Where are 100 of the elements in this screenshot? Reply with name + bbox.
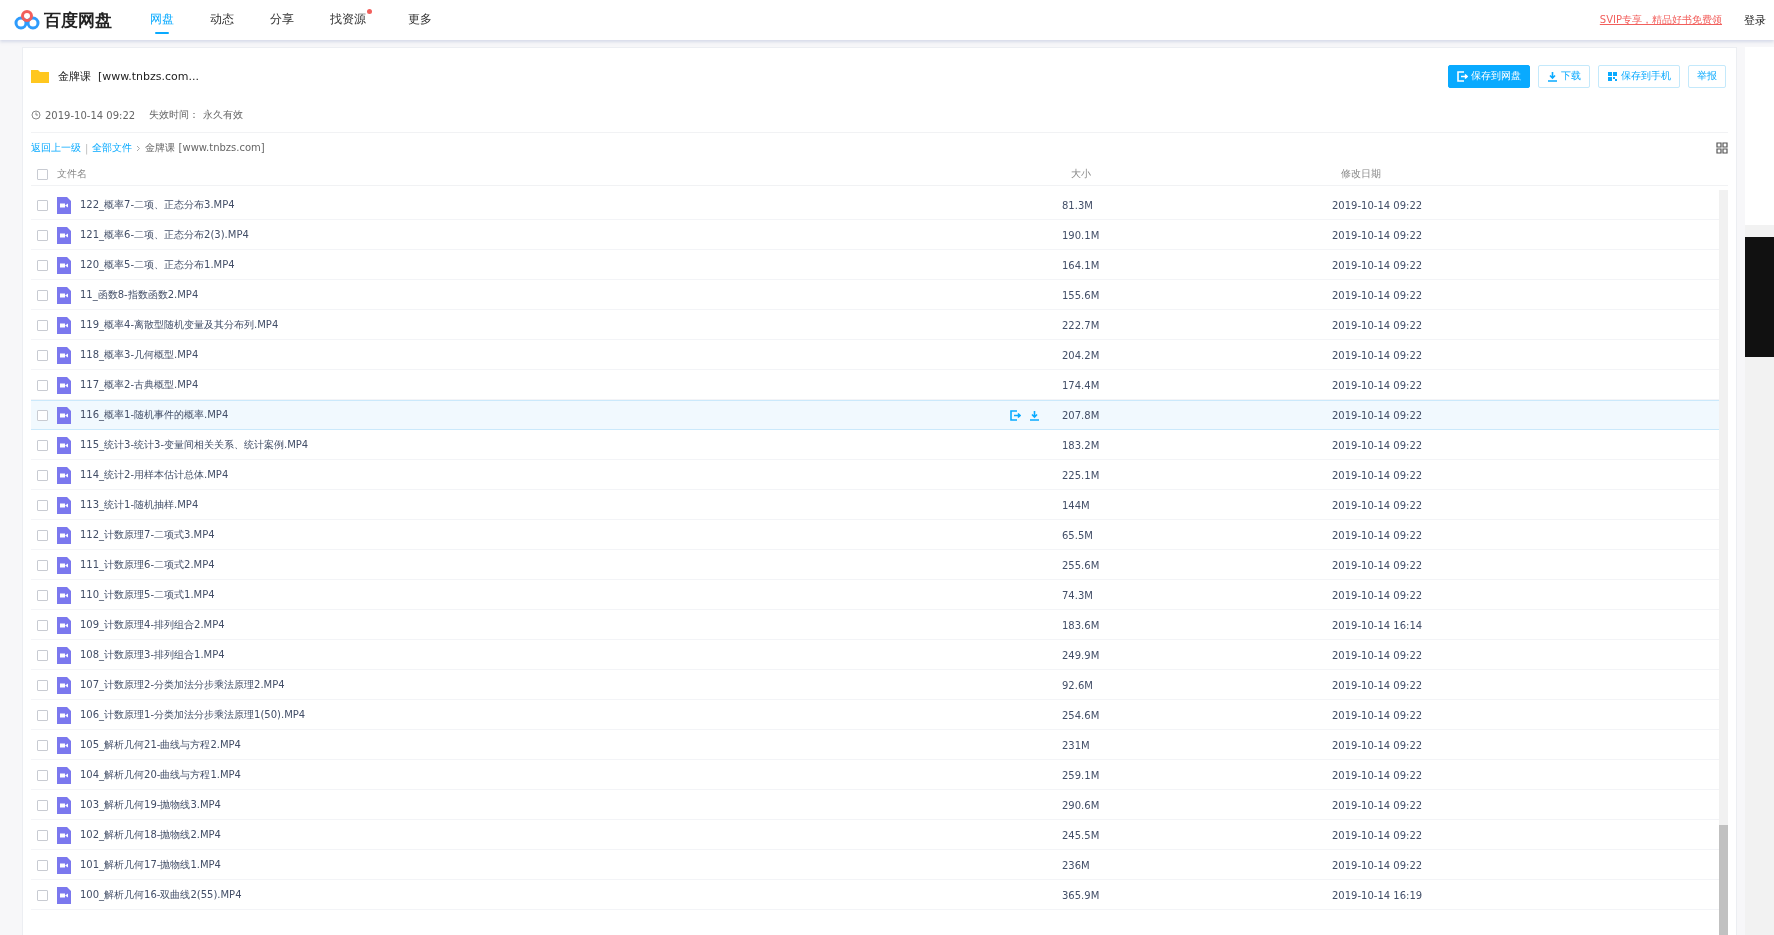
row-checkbox[interactable] bbox=[37, 589, 48, 601]
video-file-icon bbox=[57, 526, 71, 544]
file-name[interactable]: 120_概率5-二项、正态分布1.MP4 bbox=[80, 258, 1054, 272]
column-header[interactable]: 大小 bbox=[1063, 167, 1333, 181]
file-name[interactable]: 113_统计1-随机抽样.MP4 bbox=[80, 498, 1054, 512]
file-name[interactable]: 111_计数原理6-二项式2.MP4 bbox=[80, 558, 1054, 572]
expiry-label: 失效时间： bbox=[149, 108, 200, 122]
modified-date: 2019-10-14 09:22 bbox=[1331, 799, 1424, 811]
row-checkbox[interactable] bbox=[37, 319, 48, 331]
share-time: 2019-10-14 09:22 bbox=[45, 109, 136, 121]
row-checkbox[interactable] bbox=[37, 379, 48, 391]
video-file-icon bbox=[57, 826, 71, 844]
nav-tab[interactable]: 分享 bbox=[270, 0, 294, 40]
nav-tab[interactable]: 找资源 bbox=[330, 0, 372, 40]
row-checkbox[interactable] bbox=[37, 889, 48, 901]
file-name[interactable]: 107_计数原理2-分类加法分步乘法原理2.MP4 bbox=[80, 678, 1054, 692]
file-row[interactable]: 116_概率1-随机事件的概率.MP4 207.8M 2019-10-14 09:22 bbox=[31, 400, 1719, 430]
save-to-drive-button[interactable] bbox=[1010, 409, 1021, 421]
folder-title: 金牌课 [www.tnbzs.com... bbox=[58, 68, 200, 84]
modified-date: 2019-10-14 09:22 bbox=[1331, 439, 1424, 451]
save-icon bbox=[1457, 70, 1468, 82]
file-name[interactable]: 115_统计3-统计3-变量间相关关系、统计案例.MP4 bbox=[80, 438, 1054, 452]
file-name[interactable]: 121_概率6-二项、正态分布2(3).MP4 bbox=[80, 228, 1054, 242]
file-size: 204.2M bbox=[1061, 349, 1101, 361]
grid-view-icon[interactable] bbox=[1716, 142, 1728, 154]
nav-tab[interactable]: 动态 bbox=[210, 0, 234, 40]
nav-tab[interactable]: 更多 bbox=[408, 0, 432, 40]
video-file-icon bbox=[57, 346, 71, 364]
video-file-icon bbox=[57, 496, 71, 514]
row-checkbox[interactable] bbox=[37, 619, 48, 631]
video-file-icon bbox=[57, 586, 71, 604]
save-icon bbox=[1010, 409, 1021, 421]
row-checkbox[interactable] bbox=[37, 439, 48, 451]
row-checkbox[interactable] bbox=[37, 229, 48, 241]
row-checkbox[interactable] bbox=[37, 499, 48, 511]
file-name[interactable]: 102_解析几何18-抛物线2.MP4 bbox=[80, 828, 1054, 842]
file-name[interactable]: 104_解析几何20-曲线与方程1.MP4 bbox=[80, 768, 1054, 782]
file-name[interactable]: 117_概率2-古典概型.MP4 bbox=[80, 378, 1054, 392]
file-name[interactable]: 114_统计2-用样本估计总体.MP4 bbox=[80, 468, 1054, 482]
file-name[interactable]: 116_概率1-随机事件的概率.MP4 bbox=[80, 408, 1001, 422]
row-checkbox[interactable] bbox=[37, 679, 48, 691]
select-all-checkbox[interactable] bbox=[37, 168, 48, 180]
row-checkbox[interactable] bbox=[37, 559, 48, 571]
download-icon bbox=[1547, 70, 1558, 82]
file-name[interactable]: 119_概率4-离散型随机变量及其分布列.MP4 bbox=[80, 318, 1054, 332]
modified-date: 2019-10-14 09:22 bbox=[1331, 349, 1424, 361]
file-size: 207.8M bbox=[1061, 409, 1101, 421]
file-size: 155.6M bbox=[1061, 289, 1101, 301]
video-file-icon bbox=[57, 856, 71, 874]
row-checkbox[interactable] bbox=[37, 859, 48, 871]
file-size: 190.1M bbox=[1061, 229, 1101, 241]
video-file-icon bbox=[57, 556, 71, 574]
video-file-icon bbox=[57, 646, 71, 664]
video-file-icon bbox=[57, 286, 71, 304]
qr-code-icon bbox=[1607, 70, 1618, 82]
video-file-icon bbox=[57, 406, 71, 424]
file-name[interactable]: 100_解析几何16-双曲线2(55).MP4 bbox=[80, 888, 1054, 902]
row-checkbox[interactable] bbox=[37, 829, 48, 841]
download-button[interactable] bbox=[1029, 409, 1040, 421]
row-checkbox[interactable] bbox=[37, 409, 48, 421]
file-name[interactable]: 103_解析几何19-抛物线3.MP4 bbox=[80, 798, 1054, 812]
cloud-logo-icon bbox=[14, 10, 40, 30]
file-name[interactable]: 122_概率7-二项、正态分布3.MP4 bbox=[80, 198, 1054, 212]
modified-date: 2019-10-14 09:22 bbox=[1331, 499, 1424, 511]
file-size: 236M bbox=[1061, 859, 1091, 871]
row-checkbox[interactable] bbox=[37, 649, 48, 661]
file-name[interactable]: 112_计数原理7-二项式3.MP4 bbox=[80, 528, 1054, 542]
file-name[interactable]: 108_计数原理3-排列组合1.MP4 bbox=[80, 648, 1054, 662]
file-name[interactable]: 105_解析几何21-曲线与方程2.MP4 bbox=[80, 738, 1054, 752]
video-file-icon bbox=[57, 886, 71, 904]
video-file-icon bbox=[57, 196, 71, 214]
row-checkbox[interactable] bbox=[37, 799, 48, 811]
row-checkbox[interactable] bbox=[37, 529, 48, 541]
modified-date: 2019-10-14 09:22 bbox=[1331, 769, 1424, 781]
file-name[interactable]: 11_函数8-指数函数2.MP4 bbox=[80, 288, 1054, 302]
scrollbar-thumb[interactable] bbox=[1719, 825, 1728, 935]
video-file-icon bbox=[57, 436, 71, 454]
expiry-value: 永久有效 bbox=[203, 108, 244, 122]
file-name[interactable]: 101_解析几何17-抛物线1.MP4 bbox=[80, 858, 1054, 872]
column-header[interactable]: 文件名 bbox=[57, 167, 87, 181]
row-checkbox[interactable] bbox=[37, 199, 48, 211]
row-checkbox[interactable] bbox=[37, 289, 48, 301]
row-checkbox[interactable] bbox=[37, 349, 48, 361]
row-checkbox[interactable] bbox=[37, 259, 48, 271]
file-name[interactable]: 110_计数原理5-二项式1.MP4 bbox=[80, 588, 1054, 602]
row-checkbox[interactable] bbox=[37, 769, 48, 781]
row-checkbox[interactable] bbox=[37, 739, 48, 751]
modified-date: 2019-10-14 09:22 bbox=[1331, 469, 1424, 481]
file-name[interactable]: 118_概率3-几何概型.MP4 bbox=[80, 348, 1054, 362]
row-checkbox[interactable] bbox=[37, 469, 48, 481]
modified-date: 2019-10-14 09:22 bbox=[1331, 289, 1424, 301]
file-size: 183.6M bbox=[1061, 619, 1101, 631]
file-size: 245.5M bbox=[1061, 829, 1101, 841]
file-name[interactable]: 106_计数原理1-分类加法分步乘法原理1(50).MP4 bbox=[80, 708, 1054, 722]
column-header[interactable]: 修改日期 bbox=[1333, 167, 1728, 181]
modified-date: 2019-10-14 09:22 bbox=[1331, 379, 1424, 391]
modified-date: 2019-10-14 16:14 bbox=[1331, 619, 1424, 631]
login-link[interactable]: 登录 bbox=[1744, 12, 1766, 28]
row-checkbox[interactable] bbox=[37, 709, 48, 721]
file-name[interactable]: 109_计数原理4-排列组合2.MP4 bbox=[80, 618, 1054, 632]
